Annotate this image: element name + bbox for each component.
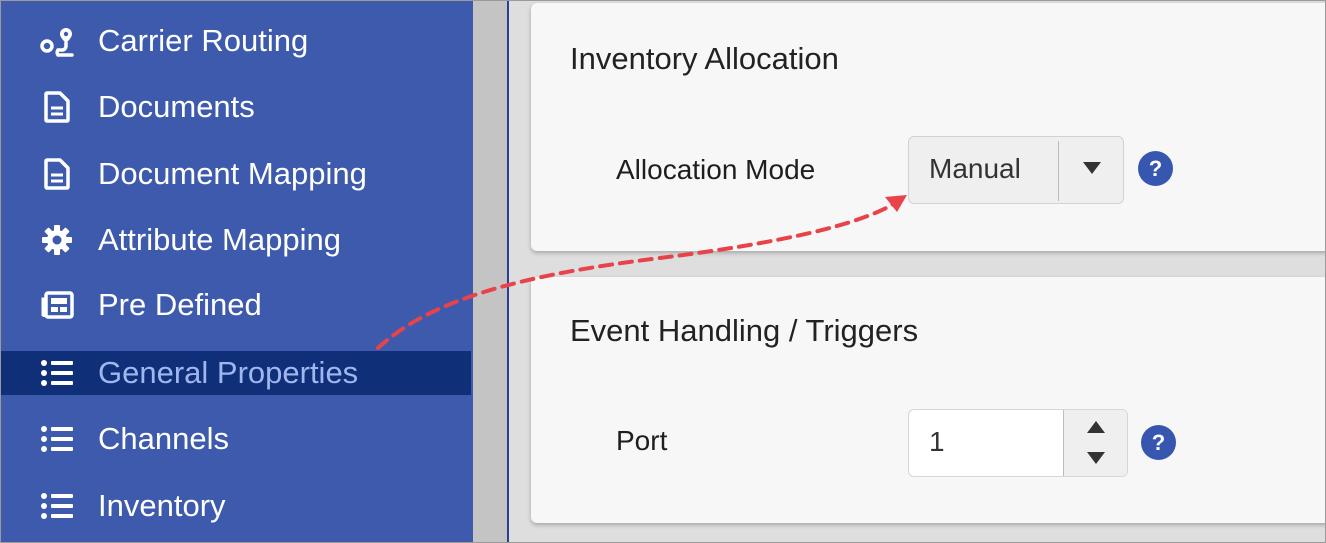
- sidebar-item-document-mapping[interactable]: Document Mapping: [1, 152, 471, 196]
- allocation-mode-select[interactable]: Manual: [908, 136, 1124, 204]
- sidebar-item-label: Documents: [98, 89, 255, 124]
- sidebar-item-label: Carrier Routing: [98, 23, 309, 58]
- list-icon: [39, 490, 75, 522]
- document-icon: [39, 91, 75, 123]
- help-icon[interactable]: ?: [1138, 151, 1173, 186]
- inventory-allocation-card: Inventory Allocation Allocation Mode Man…: [531, 3, 1325, 251]
- card-title: Inventory Allocation: [570, 41, 839, 76]
- list-icon: [39, 423, 75, 455]
- port-stepper[interactable]: [908, 409, 1128, 477]
- scroll-gutter: [473, 1, 507, 542]
- sidebar-item-label: Attribute Mapping: [98, 222, 341, 257]
- document-icon: [39, 158, 75, 190]
- sidebar-item-inventory[interactable]: Inventory: [1, 484, 471, 528]
- list-icon: [39, 357, 75, 389]
- sidebar-item-attribute-mapping[interactable]: Attribute Mapping: [1, 218, 471, 262]
- newspaper-icon: [39, 289, 75, 321]
- chevron-down-icon[interactable]: [1064, 443, 1127, 476]
- allocation-mode-value: Manual: [929, 153, 1021, 184]
- allocation-mode-label: Allocation Mode: [616, 154, 816, 185]
- main-content: Inventory Allocation Allocation Mode Man…: [509, 1, 1325, 542]
- select-divider: [1058, 141, 1059, 201]
- sidebar-item-general-properties[interactable]: General Properties: [1, 351, 471, 395]
- event-handling-card: Event Handling / Triggers Port ?: [531, 277, 1325, 523]
- port-label: Port: [616, 425, 668, 456]
- sidebar-item-pre-defined[interactable]: Pre Defined: [1, 283, 471, 327]
- route-icon: [39, 25, 75, 57]
- chevron-up-icon[interactable]: [1064, 410, 1127, 443]
- card-title: Event Handling / Triggers: [570, 313, 919, 348]
- port-input[interactable]: [929, 426, 1049, 458]
- gear-icon: [39, 224, 75, 256]
- sidebar-item-carrier-routing[interactable]: Carrier Routing: [1, 19, 471, 63]
- help-icon[interactable]: ?: [1141, 425, 1176, 460]
- stepper-buttons: [1064, 410, 1127, 476]
- app-window: Carrier Routing Documents Document Mappi…: [0, 0, 1326, 543]
- sidebar-item-label: Channels: [98, 421, 229, 456]
- sidebar: Carrier Routing Documents Document Mappi…: [1, 1, 473, 542]
- chevron-down-icon[interactable]: [1083, 162, 1101, 174]
- sidebar-item-channels[interactable]: Channels: [1, 417, 471, 461]
- sidebar-item-label: General Properties: [98, 355, 359, 390]
- sidebar-item-label: Pre Defined: [98, 287, 262, 322]
- sidebar-item-documents[interactable]: Documents: [1, 85, 471, 129]
- sidebar-item-label: Inventory: [98, 488, 226, 523]
- sidebar-item-label: Document Mapping: [98, 156, 367, 191]
